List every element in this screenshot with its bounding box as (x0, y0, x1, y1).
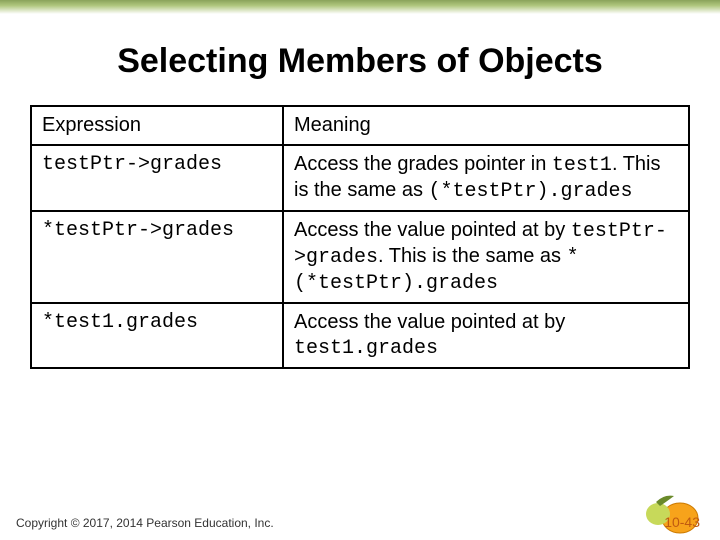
member-access-table: Expression Meaning testPtr->grades Acces… (30, 105, 690, 369)
meaning-code: test1.grades (294, 337, 438, 360)
table-row: *test1.grades Access the value pointed a… (31, 303, 689, 368)
meaning-cell: Access the value pointed at by test1.gra… (283, 303, 689, 368)
copyright-text: Copyright © 2017, 2014 Pearson Education… (16, 516, 274, 530)
table-row: *testPtr->grades Access the value pointe… (31, 211, 689, 303)
meaning-text: . This is the same as (378, 245, 567, 267)
table-header-row: Expression Meaning (31, 106, 689, 145)
meaning-text: Access the value pointed at by (294, 311, 565, 333)
header-expression: Expression (31, 106, 283, 145)
meaning-code: test1 (552, 154, 612, 177)
slide-title: Selecting Members of Objects (0, 42, 720, 81)
expression-cell: *testPtr->grades (31, 211, 283, 303)
table-row: testPtr->grades Access the grades pointe… (31, 145, 689, 211)
meaning-code: (*testPtr).grades (429, 180, 633, 203)
expression-cell: *test1.grades (31, 303, 283, 368)
meaning-cell: Access the value pointed at by testPtr->… (283, 211, 689, 303)
header-meaning: Meaning (283, 106, 689, 145)
page-number: 10-43 (664, 514, 700, 530)
header-accent-bar (0, 0, 720, 14)
meaning-cell: Access the grades pointer in test1. This… (283, 145, 689, 211)
expression-cell: testPtr->grades (31, 145, 283, 211)
meaning-text: Access the value pointed at by (294, 219, 571, 241)
meaning-text: Access the grades pointer in (294, 153, 552, 175)
